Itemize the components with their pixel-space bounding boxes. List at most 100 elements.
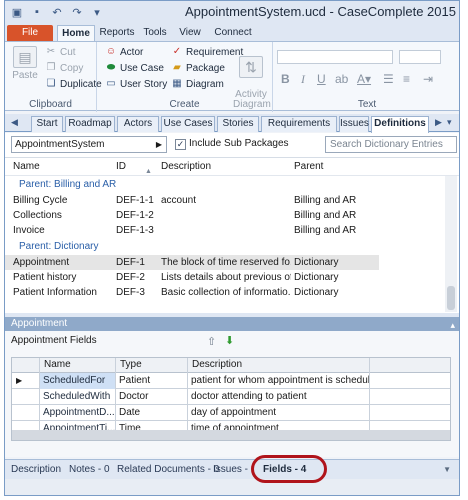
package-button[interactable]: ▰ Package bbox=[171, 62, 225, 74]
group-header[interactable]: Parent: Billing and AR bbox=[19, 179, 116, 190]
search-dictionary-input[interactable]: Search Dictionary Entries bbox=[325, 136, 457, 153]
group-header[interactable]: Parent: Dictionary bbox=[19, 241, 98, 252]
list-item[interactable]: Collections DEF-1-2 Billing and AR bbox=[5, 208, 379, 223]
row-selector[interactable] bbox=[12, 389, 40, 405]
paste-button[interactable]: ▤ Paste bbox=[11, 46, 39, 81]
column-header-field-name[interactable]: Name bbox=[40, 358, 116, 373]
field-name-cell[interactable]: ScheduledFor bbox=[40, 373, 116, 389]
requirement-icon: ✓ bbox=[172, 46, 182, 57]
column-header-field-description[interactable]: Description bbox=[188, 358, 370, 373]
field-type-cell[interactable]: Doctor bbox=[116, 389, 188, 405]
tab-issues[interactable]: Issues bbox=[339, 116, 369, 132]
table-row[interactable]: ScheduledWith Doctor doctor attending to… bbox=[12, 389, 450, 405]
use-case-icon: ⬬ bbox=[106, 62, 116, 73]
create-group: ☺ Actor ⬬ Use Case ▭ User Story ✓ Requir… bbox=[97, 42, 273, 112]
field-name-cell[interactable]: ScheduledWith bbox=[40, 389, 116, 405]
field-description-cell[interactable]: doctor attending to patient bbox=[188, 389, 370, 405]
move-down-icon[interactable]: ⬇ bbox=[225, 334, 234, 347]
tab-use-cases[interactable]: Use Cases bbox=[161, 116, 215, 132]
copy-button[interactable]: ❐ Copy bbox=[45, 62, 84, 74]
use-case-button[interactable]: ⬬ Use Case bbox=[105, 62, 164, 74]
font-name-box[interactable] bbox=[277, 50, 393, 64]
tab-tools[interactable]: Tools bbox=[139, 25, 171, 41]
bold-icon[interactable]: B bbox=[281, 72, 290, 86]
paste-icon: ▤ bbox=[13, 46, 37, 68]
tab-start[interactable]: Start bbox=[31, 116, 63, 132]
tab-issues-detail[interactable]: Issues - bbox=[213, 460, 248, 479]
indent-icon[interactable]: ⇥ bbox=[423, 72, 433, 86]
dictionary-scrollbar[interactable] bbox=[445, 176, 457, 312]
redo-icon[interactable]: ↷ bbox=[69, 4, 85, 20]
collapse-icon[interactable]: ▴ bbox=[450, 318, 455, 332]
item-parent: Dictionary bbox=[294, 257, 339, 268]
tab-file[interactable]: File bbox=[7, 25, 53, 41]
field-type-cell[interactable]: Patient bbox=[116, 373, 188, 389]
highlight-callout bbox=[251, 455, 327, 483]
item-id: DEF-2 bbox=[116, 272, 145, 283]
table-row[interactable]: ▶ ScheduledFor Patient patient for whom … bbox=[12, 373, 450, 389]
tab-reports[interactable]: Reports bbox=[97, 25, 137, 41]
tab-requirements[interactable]: Requirements bbox=[261, 116, 337, 132]
underline-icon[interactable]: U bbox=[317, 72, 326, 86]
column-header-description[interactable]: Description bbox=[161, 158, 291, 175]
tab-stories[interactable]: Stories bbox=[217, 116, 259, 132]
paste-label: Paste bbox=[12, 70, 38, 81]
field-name-cell[interactable]: AppointmentD... bbox=[40, 405, 116, 421]
font-color-icon[interactable]: A▾ bbox=[357, 72, 371, 86]
numbered-list-icon[interactable]: ≡ bbox=[403, 72, 410, 86]
ribbon: ▤ Paste ✂ Cut ❐ Copy ❏ Duplicate Clipboa… bbox=[5, 41, 459, 112]
row-selector[interactable] bbox=[12, 405, 40, 421]
duplicate-icon: ❏ bbox=[46, 78, 56, 89]
app-icon: ▣ bbox=[11, 6, 23, 19]
move-up-icon[interactable]: ⇧ bbox=[207, 335, 216, 348]
list-item[interactable]: Patient history DEF-2 Lists details abou… bbox=[5, 270, 379, 285]
list-item[interactable]: Patient Information DEF-3 Basic collecti… bbox=[5, 285, 379, 300]
save-icon[interactable]: ▪ bbox=[29, 4, 45, 20]
tab-notes[interactable]: Notes - 0 bbox=[69, 460, 110, 479]
duplicate-button[interactable]: ❏ Duplicate bbox=[45, 78, 102, 90]
row-selector[interactable]: ▶ bbox=[12, 373, 40, 389]
column-header-parent[interactable]: Parent bbox=[294, 158, 404, 175]
list-item[interactable]: Billing Cycle DEF-1-1 account Billing an… bbox=[5, 193, 379, 208]
copy-icon: ❐ bbox=[46, 62, 56, 73]
include-sub-packages-checkbox[interactable]: ✓ bbox=[175, 139, 186, 150]
bullet-list-icon[interactable]: ☰ bbox=[383, 72, 394, 86]
detail-panel-title: Appointment bbox=[11, 318, 68, 329]
customize-qat-icon[interactable]: ▾ bbox=[89, 4, 105, 20]
field-description-cell[interactable]: patient for whom appointment is schedule… bbox=[188, 373, 370, 389]
italic-icon[interactable]: I bbox=[301, 72, 305, 87]
font-size-adjust-icon[interactable]: ab bbox=[335, 72, 348, 86]
field-description-cell[interactable]: day of appointment bbox=[188, 405, 370, 421]
list-item[interactable]: Invoice DEF-1-3 Billing and AR bbox=[5, 223, 379, 238]
fields-grid-scrollbar[interactable] bbox=[12, 430, 450, 440]
tab-home[interactable]: Home bbox=[57, 25, 95, 41]
tab-scroll-right-icon[interactable]: ▶ bbox=[435, 117, 442, 128]
table-row[interactable]: AppointmentD... Date day of appointment bbox=[12, 405, 450, 421]
dictionary-list: Name ID ▲ Description Parent Parent: Bil… bbox=[5, 157, 459, 313]
list-item-selected[interactable]: Appointment DEF-1 The block of time rese… bbox=[5, 255, 379, 270]
user-story-button[interactable]: ▭ User Story bbox=[105, 78, 167, 90]
item-name: Patient history bbox=[13, 272, 77, 283]
tab-list-icon[interactable]: ▾ bbox=[447, 117, 452, 128]
field-type-cell[interactable]: Date bbox=[116, 405, 188, 421]
tab-connect[interactable]: Connect bbox=[211, 25, 255, 41]
cut-button[interactable]: ✂ Cut bbox=[45, 46, 76, 58]
diagram-button[interactable]: ▦ Diagram bbox=[171, 78, 224, 90]
tab-view[interactable]: View bbox=[175, 25, 205, 41]
tab-roadmap[interactable]: Roadmap bbox=[65, 116, 115, 132]
package-selector[interactable]: AppointmentSystem ▶ bbox=[11, 136, 167, 153]
tab-scroll-left-icon[interactable]: ◀ bbox=[11, 117, 18, 128]
actor-button[interactable]: ☺ Actor bbox=[105, 46, 143, 58]
scrollbar-thumb[interactable] bbox=[447, 286, 455, 310]
font-size-box[interactable] bbox=[399, 50, 441, 64]
tab-definitions[interactable]: Definitions bbox=[371, 116, 429, 133]
column-header-name[interactable]: Name bbox=[13, 158, 113, 175]
tab-overflow-icon[interactable]: ▼ bbox=[443, 460, 451, 479]
tab-actors[interactable]: Actors bbox=[117, 116, 159, 132]
column-header-type[interactable]: Type bbox=[116, 358, 188, 373]
tab-description[interactable]: Description bbox=[11, 460, 61, 479]
tab-related-documents[interactable]: Related Documents - 0 bbox=[117, 460, 219, 479]
item-id: DEF-1-3 bbox=[116, 225, 154, 236]
undo-icon[interactable]: ↶ bbox=[49, 4, 65, 20]
diagram-icon: ▦ bbox=[172, 78, 182, 89]
